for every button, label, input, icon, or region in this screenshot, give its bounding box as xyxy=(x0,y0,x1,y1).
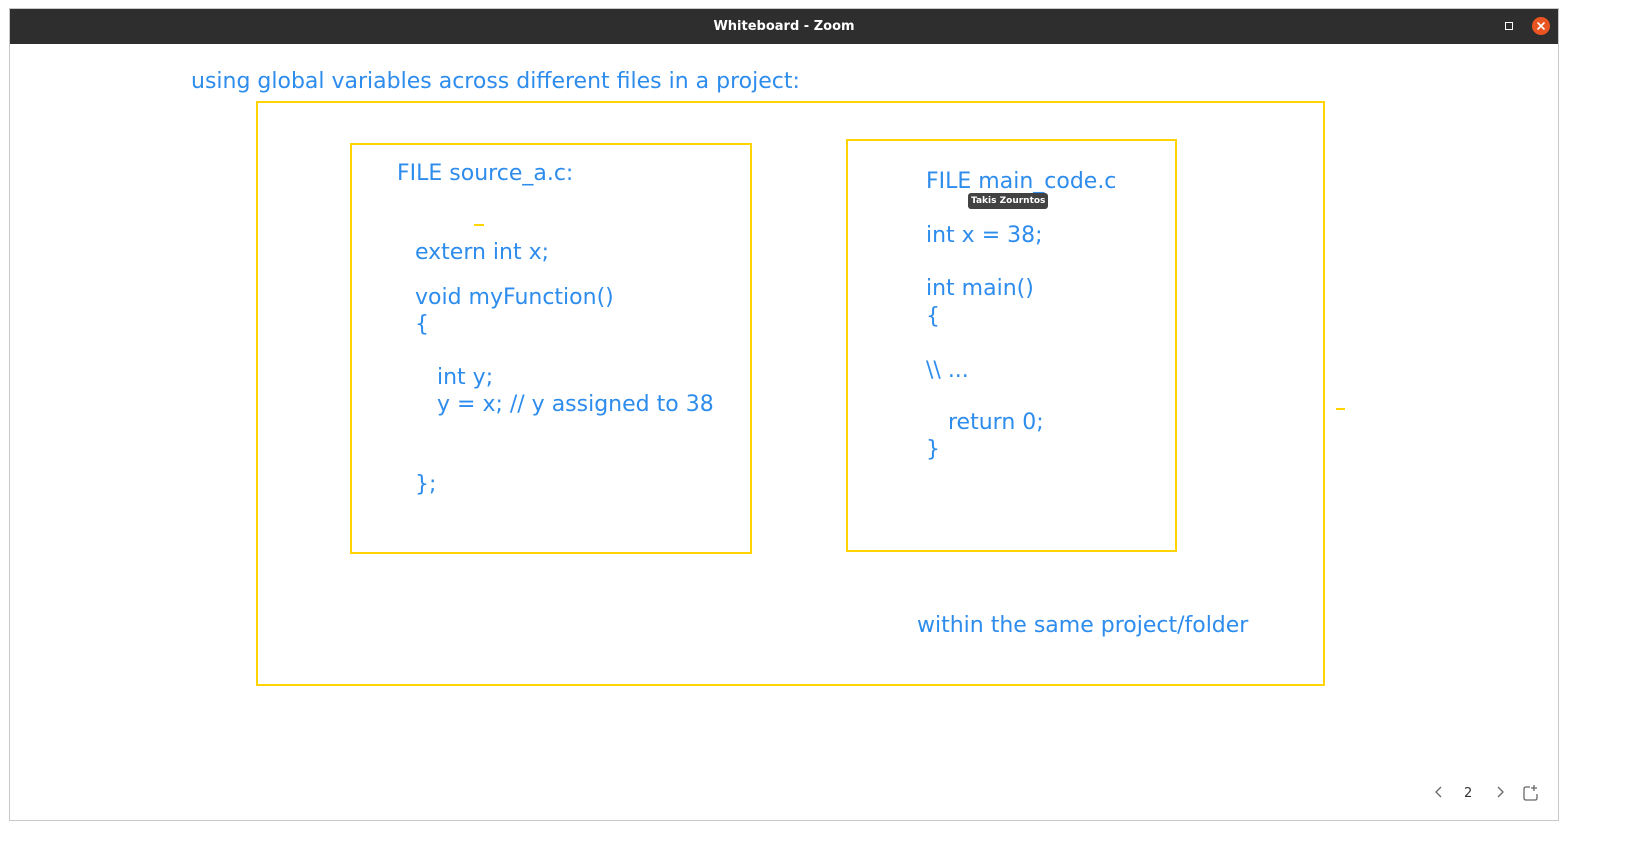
project-folder-note: within the same project/folder xyxy=(917,613,1249,638)
file-a-title: FILE source_a.c: xyxy=(397,161,574,186)
title-bar: Whiteboard - Zoom xyxy=(10,9,1558,44)
file-a-frame xyxy=(350,143,752,554)
file-a-line-2: void myFunction() xyxy=(415,285,614,310)
prev-page-button[interactable] xyxy=(1431,784,1447,800)
file-b-line-5: return 0; xyxy=(948,410,1044,435)
maximize-icon xyxy=(1505,22,1513,30)
ink-mark xyxy=(1336,408,1345,410)
file-b-line-1: int x = 38; xyxy=(926,223,1043,248)
file-b-line-2: int main() xyxy=(926,276,1034,301)
page-number: 2 xyxy=(1464,786,1473,801)
whiteboard-heading: using global variables across different … xyxy=(191,69,800,94)
zoom-whiteboard-window: Whiteboard - Zoom using global variables… xyxy=(9,8,1559,821)
file-b-title: FILE main_code.c xyxy=(926,169,1117,194)
annotator-name-tag: Takis Zourntos xyxy=(968,193,1049,209)
share-page-button[interactable] xyxy=(1522,784,1538,801)
close-button[interactable] xyxy=(1532,17,1550,35)
window-title: Whiteboard - Zoom xyxy=(713,19,855,34)
chevron-left-icon xyxy=(1435,786,1442,798)
file-a-line-6: }; xyxy=(415,472,437,497)
file-b-line-6: } xyxy=(926,437,940,462)
next-page-button[interactable] xyxy=(1492,784,1508,800)
chevron-right-icon xyxy=(1497,786,1504,798)
file-a-line-5: y = x; // y assigned to 38 xyxy=(437,392,714,417)
file-a-line-3: { xyxy=(415,312,429,337)
share-page-icon xyxy=(1523,785,1538,801)
file-b-line-3: { xyxy=(926,304,940,329)
ink-mark xyxy=(474,224,484,226)
file-a-line-1: extern int x; xyxy=(415,240,550,265)
file-a-line-4: int y; xyxy=(437,365,494,390)
close-icon xyxy=(1537,22,1545,30)
file-b-line-4: \\ ... xyxy=(926,358,969,383)
whiteboard-canvas[interactable]: using global variables across different … xyxy=(10,44,1558,820)
maximize-button[interactable] xyxy=(1500,17,1518,35)
